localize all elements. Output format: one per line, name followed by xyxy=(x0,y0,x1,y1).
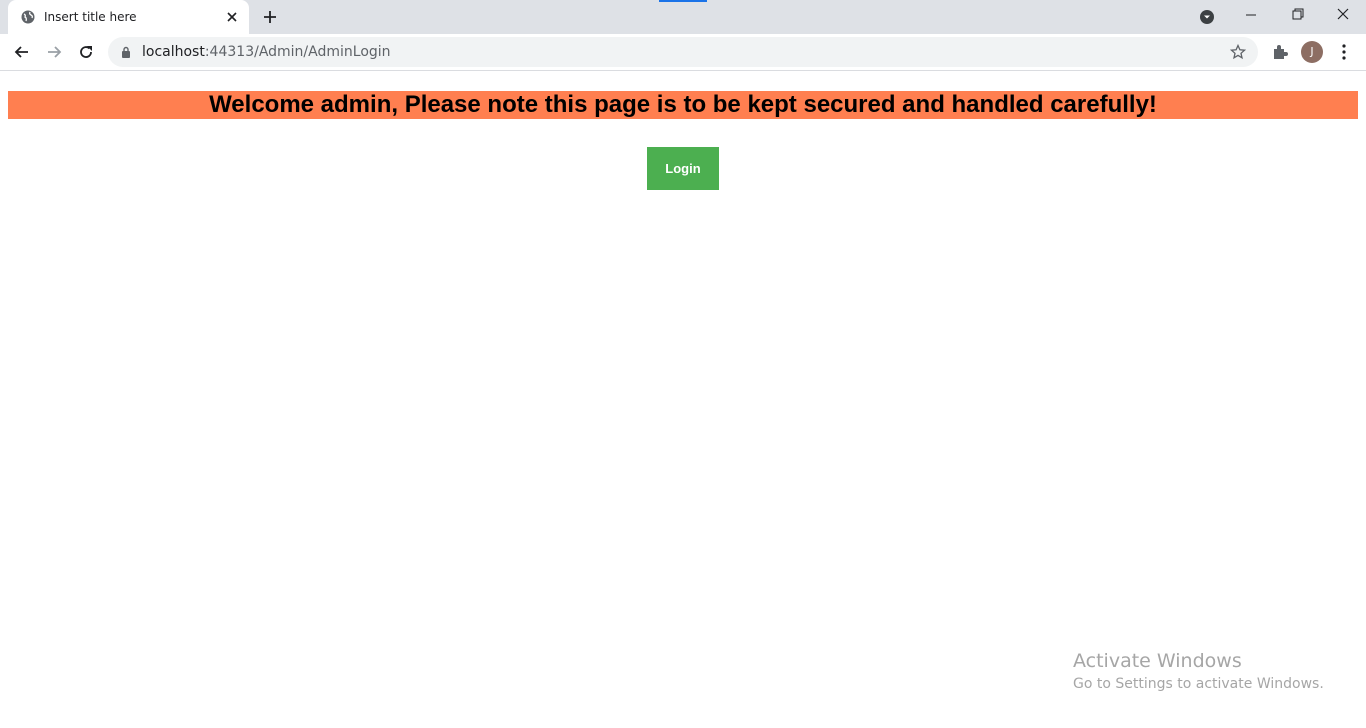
warning-banner: Welcome admin, Please note this page is … xyxy=(8,91,1358,119)
activate-windows-watermark: Activate Windows Go to Settings to activ… xyxy=(1073,650,1324,692)
watermark-title: Activate Windows xyxy=(1073,650,1242,672)
watermark-subtitle: Go to Settings to activate Windows. xyxy=(1073,676,1324,692)
browser-toolbar: localhost:44313/Admin/AdminLogin J xyxy=(0,34,1366,71)
tab-title: Insert title here xyxy=(44,10,137,24)
new-tab-icon[interactable] xyxy=(260,7,280,27)
menu-dots-icon[interactable] xyxy=(1336,43,1352,61)
tab-search-icon[interactable] xyxy=(1199,9,1215,25)
avatar[interactable]: J xyxy=(1301,41,1323,63)
reload-icon[interactable] xyxy=(76,42,96,62)
tab-strip: Insert title here xyxy=(0,0,1366,34)
url-text[interactable]: localhost:44313/Admin/AdminLogin xyxy=(142,44,391,60)
globe-icon xyxy=(21,10,35,24)
banner-heading: Welcome admin, Please note this page is … xyxy=(209,91,1157,118)
extensions-icon[interactable] xyxy=(1271,43,1289,61)
address-bar[interactable]: localhost:44313/Admin/AdminLogin xyxy=(108,37,1258,67)
tab-indicator xyxy=(659,0,707,2)
url-host: localhost xyxy=(142,44,205,60)
lock-icon[interactable] xyxy=(120,46,132,58)
restore-icon[interactable] xyxy=(1274,0,1320,30)
back-icon[interactable] xyxy=(12,42,32,62)
close-tab-icon[interactable] xyxy=(224,9,240,25)
forward-icon[interactable] xyxy=(44,42,64,62)
minimize-icon[interactable] xyxy=(1228,0,1274,30)
browser-tab[interactable]: Insert title here xyxy=(8,0,249,34)
close-window-icon[interactable] xyxy=(1320,0,1366,30)
login-button[interactable]: Login xyxy=(647,147,719,190)
url-path: :44313/Admin/AdminLogin xyxy=(204,44,391,60)
bookmark-star-icon[interactable] xyxy=(1230,44,1246,60)
